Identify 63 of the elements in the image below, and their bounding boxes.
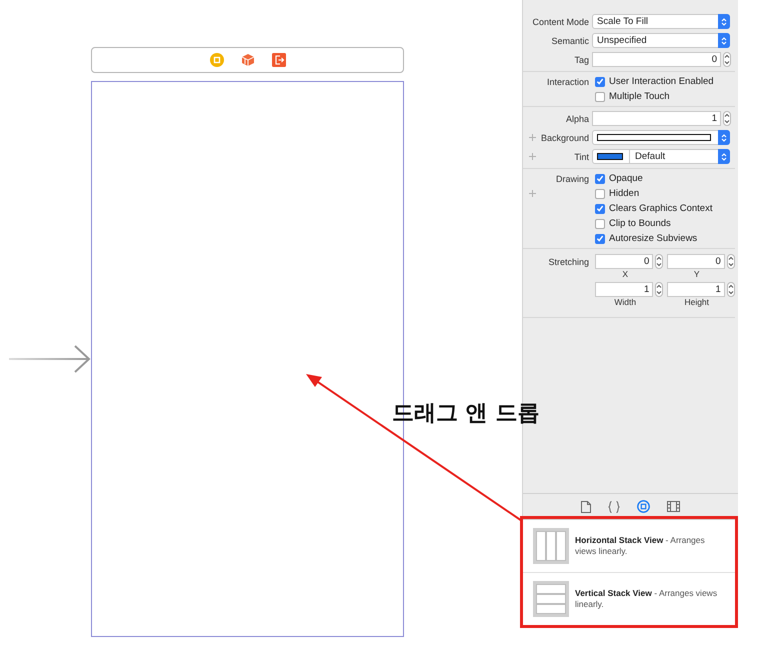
stepper-icon[interactable] bbox=[726, 282, 735, 297]
number-field[interactable]: 1 bbox=[592, 111, 721, 126]
exit-icon[interactable] bbox=[272, 53, 286, 67]
stepper-icon[interactable] bbox=[726, 254, 735, 269]
film-icon[interactable] bbox=[667, 501, 680, 512]
plus-icon bbox=[529, 153, 536, 160]
item-description: Vertical Stack View - Arranges views linearly. bbox=[575, 588, 718, 610]
field-caption: Y bbox=[694, 269, 700, 279]
popup-arrows-icon bbox=[718, 130, 730, 145]
checkbox[interactable] bbox=[595, 92, 605, 102]
field-label: Alpha bbox=[566, 114, 589, 124]
field-label: Content Mode bbox=[532, 16, 589, 26]
checkbox-label[interactable]: Opaque bbox=[609, 173, 643, 184]
checkbox[interactable] bbox=[595, 174, 605, 184]
library-item[interactable]: Horizontal Stack View - Arranges views linearly. bbox=[523, 520, 738, 573]
field-label: Stretching bbox=[548, 256, 589, 266]
checkbox-label[interactable]: User Interaction Enabled bbox=[609, 76, 714, 87]
stepper-icon[interactable] bbox=[723, 52, 731, 67]
color-popup[interactable]: Default bbox=[592, 149, 730, 164]
checkbox[interactable] bbox=[595, 204, 605, 214]
checkbox-label[interactable]: Clears Graphics Context bbox=[609, 203, 712, 214]
checkbox-label[interactable]: Hidden bbox=[609, 188, 640, 199]
plus-icon bbox=[529, 134, 536, 141]
stepper-icon[interactable] bbox=[655, 254, 664, 269]
field-label: Tint bbox=[574, 152, 589, 162]
checkbox[interactable] bbox=[595, 234, 605, 244]
stepper-icon[interactable] bbox=[723, 111, 731, 126]
color-popup[interactable] bbox=[592, 130, 730, 145]
vertical-stack-icon bbox=[533, 581, 569, 617]
number-field[interactable]: 0 bbox=[595, 254, 654, 269]
checkbox[interactable] bbox=[595, 76, 605, 86]
field-caption: Height bbox=[684, 297, 710, 307]
library-item[interactable]: Vertical Stack View - Arranges views linearly. bbox=[523, 573, 738, 626]
popup-button[interactable]: Scale To Fill bbox=[592, 14, 730, 29]
checkbox[interactable] bbox=[595, 218, 605, 228]
number-field[interactable]: 1 bbox=[666, 282, 725, 297]
cube-icon[interactable] bbox=[240, 53, 254, 67]
field-label: Tag bbox=[574, 54, 589, 64]
annotation-label: 드래그 앤 드롭 bbox=[392, 400, 540, 428]
field-label: Background bbox=[540, 132, 589, 142]
popup-arrows-icon bbox=[718, 149, 730, 164]
braces-icon[interactable] bbox=[608, 500, 620, 512]
checkbox[interactable] bbox=[595, 188, 605, 198]
popup-button[interactable]: Unspecified bbox=[592, 33, 730, 48]
field-label: Drawing bbox=[556, 174, 589, 184]
item-description: Horizontal Stack View - Arranges views linearly. bbox=[575, 535, 706, 557]
popup-arrows-icon bbox=[718, 14, 730, 29]
field-caption: X bbox=[622, 269, 628, 279]
plus-icon bbox=[529, 190, 536, 197]
object-icon[interactable] bbox=[637, 500, 650, 513]
number-field[interactable]: 0 bbox=[666, 254, 725, 269]
file-icon[interactable] bbox=[581, 500, 591, 512]
checkbox-label[interactable]: Autoresize Subviews bbox=[609, 233, 698, 244]
checkbox-label[interactable]: Multiple Touch bbox=[609, 91, 670, 102]
field-label: Interaction bbox=[546, 76, 589, 86]
field-caption: Width bbox=[614, 297, 636, 307]
popup-arrows-icon bbox=[718, 33, 730, 48]
horizontal-stack-icon bbox=[533, 528, 569, 564]
stepper-icon[interactable] bbox=[655, 282, 664, 297]
field-label: Semantic bbox=[551, 36, 589, 46]
number-field[interactable]: 0 bbox=[592, 52, 721, 67]
checkbox-label[interactable]: Clip to Bounds bbox=[609, 218, 671, 229]
number-field[interactable]: 1 bbox=[595, 282, 654, 297]
